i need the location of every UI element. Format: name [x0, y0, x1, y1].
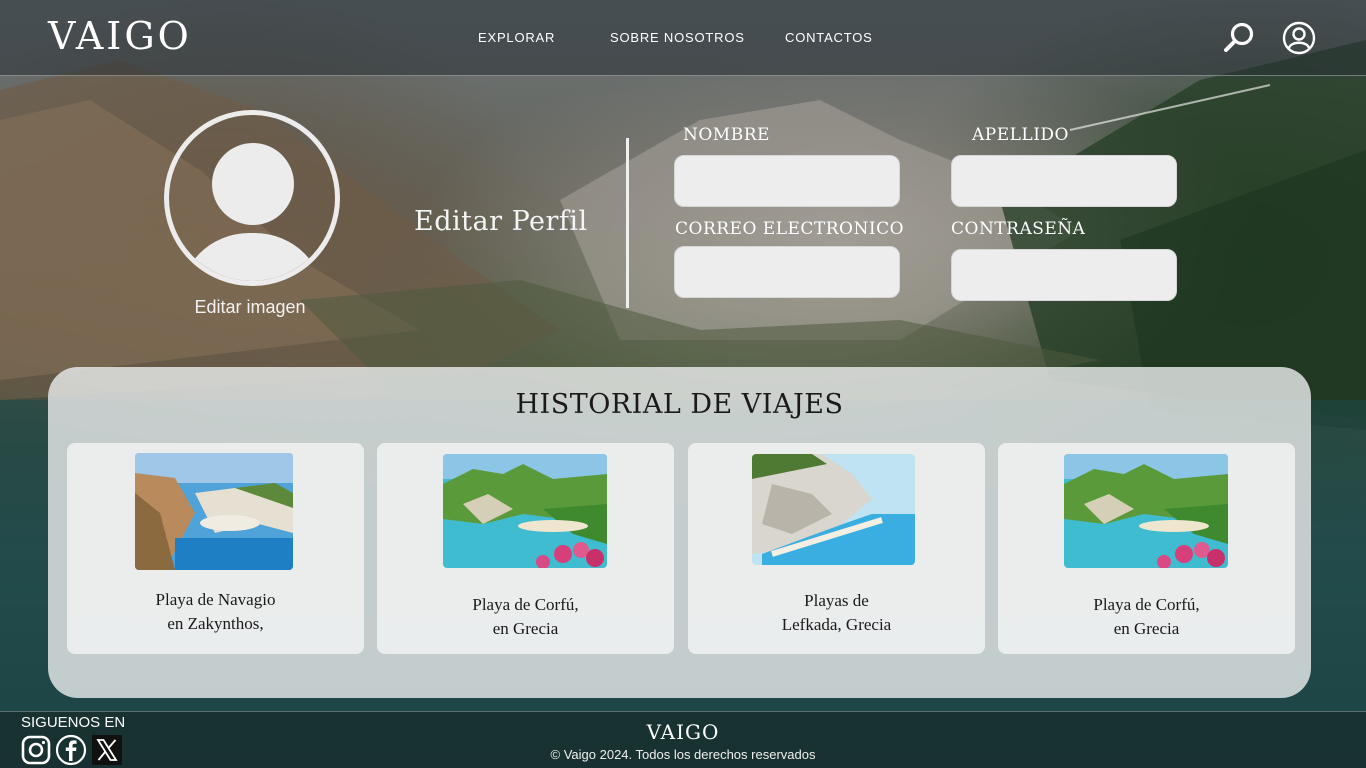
nombre-input[interactable]: [674, 155, 900, 207]
profile-avatar[interactable]: [164, 110, 340, 286]
avatar-body-shape: [179, 233, 325, 281]
travel-history-title: HISTORIAL DE VIAJES: [515, 389, 844, 420]
nombre-label: NOMBRE: [683, 125, 770, 145]
trip-caption-2: Playa de Corfú, en Grecia: [377, 593, 674, 641]
trip-caption-1: Playa de Navagio en Zakynthos,: [67, 588, 364, 636]
nav-explorar[interactable]: EXPLORAR: [478, 30, 555, 45]
trip-image-navagio: [135, 453, 293, 570]
trip-image-corfu-2: [1064, 454, 1228, 568]
correo-input[interactable]: [674, 246, 900, 298]
nav-sobre-nosotros[interactable]: SOBRE NOSOTROS: [610, 30, 745, 45]
site-logo[interactable]: VAIGO: [48, 14, 192, 58]
correo-label: CORREO ELECTRONICO: [675, 219, 905, 239]
trip-card-corfu[interactable]: Playa de Corfú, en Grecia: [377, 443, 674, 654]
nav-contactos[interactable]: CONTACTOS: [785, 30, 873, 45]
search-icon[interactable]: [1222, 21, 1256, 55]
trip-image-corfu: [443, 454, 607, 568]
edit-profile-title: Editar Perfil: [414, 206, 588, 237]
edit-image-link[interactable]: Editar imagen: [166, 297, 334, 318]
trip-caption-line: Lefkada, Grecia: [781, 615, 892, 634]
trip-caption-line: Playa de Navagio: [155, 590, 276, 609]
trip-caption-line: en Zakynthos,: [167, 614, 264, 633]
trip-card-navagio[interactable]: Playa de Navagio en Zakynthos,: [67, 443, 364, 654]
user-icon[interactable]: [1282, 21, 1316, 55]
footer-logo: VAIGO: [646, 720, 720, 744]
trip-caption-line: en Grecia: [492, 619, 559, 638]
trip-caption-line: en Grecia: [1113, 619, 1180, 638]
trip-caption-3: Playas de Lefkada, Grecia: [688, 589, 985, 637]
avatar-head-shape: [212, 143, 294, 225]
top-header: VAIGO EXPLORAR SOBRE NOSOTROS CONTACTOS: [0, 0, 1366, 76]
trip-card-lefkada[interactable]: Playas de Lefkada, Grecia: [688, 443, 985, 654]
page-footer: SIGUENOS EN VAIGO © Vaigo 2024. Todos lo…: [0, 711, 1366, 768]
travel-history-panel: HISTORIAL DE VIAJES Playa de Navagio en …: [48, 367, 1311, 698]
apellido-input[interactable]: [951, 155, 1177, 207]
apellido-label: APELLIDO: [972, 125, 1069, 145]
contrasena-label: CONTRASEÑA: [951, 219, 1086, 239]
trip-caption-line: Playa de Corfú,: [1093, 595, 1200, 614]
trip-caption-4: Playa de Corfú, en Grecia: [998, 593, 1295, 641]
copyright-text: © Vaigo 2024. Todos los derechos reserva…: [550, 747, 816, 762]
trip-card-corfu-2[interactable]: Playa de Corfú, en Grecia: [998, 443, 1295, 654]
trip-caption-line: Playas de: [804, 591, 869, 610]
vertical-divider: [626, 138, 629, 308]
trip-caption-line: Playa de Corfú,: [472, 595, 579, 614]
trip-image-lefkada: [752, 454, 915, 565]
contrasena-input[interactable]: [951, 249, 1177, 301]
